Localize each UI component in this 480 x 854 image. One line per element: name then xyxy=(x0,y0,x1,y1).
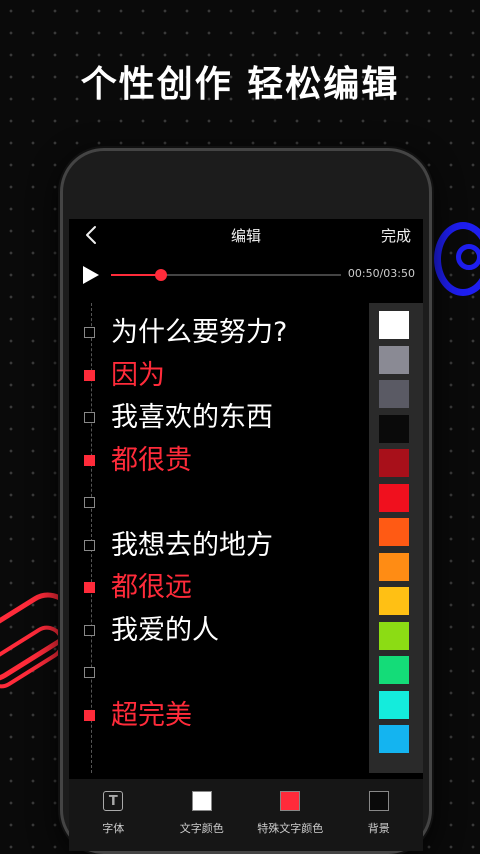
color-swatch[interactable] xyxy=(379,690,409,719)
tool-font[interactable]: T 字体 xyxy=(69,779,157,836)
marker-checkbox[interactable] xyxy=(84,497,95,508)
lyric-line[interactable]: 我喜欢的东西 xyxy=(69,398,369,438)
lyric-line[interactable]: 我想去的地方 xyxy=(69,526,369,566)
special-marker-checkbox[interactable] xyxy=(84,454,95,466)
lyric-text: 我喜欢的东西 xyxy=(111,402,273,433)
special-text-color-icon xyxy=(280,791,301,811)
color-swatch[interactable] xyxy=(379,587,409,615)
color-swatch[interactable] xyxy=(379,449,409,477)
audio-player: 00:50/03:50 xyxy=(69,255,423,295)
tool-label: 文字颜色 xyxy=(179,822,224,835)
done-button[interactable]: 完成 xyxy=(381,225,411,246)
marker-checkbox[interactable] xyxy=(84,539,95,551)
lyric-line[interactable]: 都很远 xyxy=(69,568,369,608)
lyric-line[interactable]: 超完美 xyxy=(69,696,369,736)
progress-thumb[interactable] xyxy=(155,269,167,281)
color-swatch[interactable] xyxy=(379,380,409,408)
lyric-line[interactable] xyxy=(69,483,369,523)
lyric-line[interactable]: 都很贵 xyxy=(69,441,369,481)
color-swatch[interactable] xyxy=(379,414,409,443)
bottom-toolbar: T 字体 文字颜色 特殊文字颜色 背景 xyxy=(69,779,423,851)
lyric-line[interactable]: 因为 xyxy=(69,356,369,396)
play-icon[interactable] xyxy=(82,265,100,285)
color-swatch[interactable] xyxy=(379,345,409,374)
lyric-text: 都很远 xyxy=(111,572,192,603)
font-icon: T xyxy=(103,791,124,811)
tool-label: 特殊文字颜色 xyxy=(257,822,324,835)
tool-label: 背景 xyxy=(367,822,390,835)
special-marker-checkbox[interactable] xyxy=(84,709,95,721)
lyric-line[interactable]: 我爱的人 xyxy=(69,611,369,651)
marker-checkbox[interactable] xyxy=(84,667,95,678)
decorative-blue-ring-inner xyxy=(456,244,480,270)
marker-checkbox[interactable] xyxy=(84,412,95,423)
color-swatch[interactable] xyxy=(379,725,409,753)
color-swatch[interactable] xyxy=(379,656,409,684)
lyric-line[interactable] xyxy=(69,653,369,693)
phone-screen: 编辑 完成 00:50/03:50 为什么要努力? 因为我喜欢的东西 都很贵我想去的… xyxy=(69,219,423,851)
lyric-text: 都很贵 xyxy=(111,444,192,476)
color-swatch[interactable] xyxy=(379,518,409,546)
lyric-text: 我爱的人 xyxy=(111,614,219,646)
page-title: 编辑 xyxy=(230,226,261,245)
tool-background[interactable]: 背景 xyxy=(335,779,423,836)
lyric-text: 因为 xyxy=(111,359,165,391)
color-swatch[interactable] xyxy=(379,483,409,512)
back-chevron-icon[interactable] xyxy=(81,224,103,246)
marker-checkbox[interactable] xyxy=(84,624,95,636)
lyric-text: 为什么要努力? xyxy=(111,317,288,348)
lyric-text: 超完美 xyxy=(111,699,192,731)
tool-special-text-color[interactable]: 特殊文字颜色 xyxy=(246,779,334,836)
lyrics-editor: 为什么要努力? 因为我喜欢的东西 都很贵我想去的地方 都很远我爱的人超完美 xyxy=(69,303,369,773)
marker-checkbox[interactable] xyxy=(84,327,95,338)
tool-label: 字体 xyxy=(102,822,125,835)
promo-headline: 个性创作 轻松编辑 xyxy=(80,64,400,105)
color-palette xyxy=(369,303,423,773)
color-swatch[interactable] xyxy=(379,621,409,650)
text-color-icon xyxy=(191,791,212,811)
playback-time: 00:50/03:50 xyxy=(347,267,415,280)
progress-fill xyxy=(111,274,161,276)
special-marker-checkbox[interactable] xyxy=(84,369,95,381)
lyric-line[interactable]: 为什么要努力? xyxy=(69,313,369,353)
tool-text-color[interactable]: 文字颜色 xyxy=(158,779,246,836)
background-icon xyxy=(368,791,389,811)
special-marker-checkbox[interactable] xyxy=(84,582,95,593)
color-swatch[interactable] xyxy=(379,311,409,339)
lyric-text: 我想去的地方 xyxy=(111,529,273,561)
editor-header: 编辑 完成 xyxy=(69,219,423,251)
phone-frame: 编辑 完成 00:50/03:50 为什么要努力? 因为我喜欢的东西 都很贵我想去的… xyxy=(60,148,432,854)
color-swatch[interactable] xyxy=(379,552,409,581)
progress-slider[interactable] xyxy=(111,269,341,281)
